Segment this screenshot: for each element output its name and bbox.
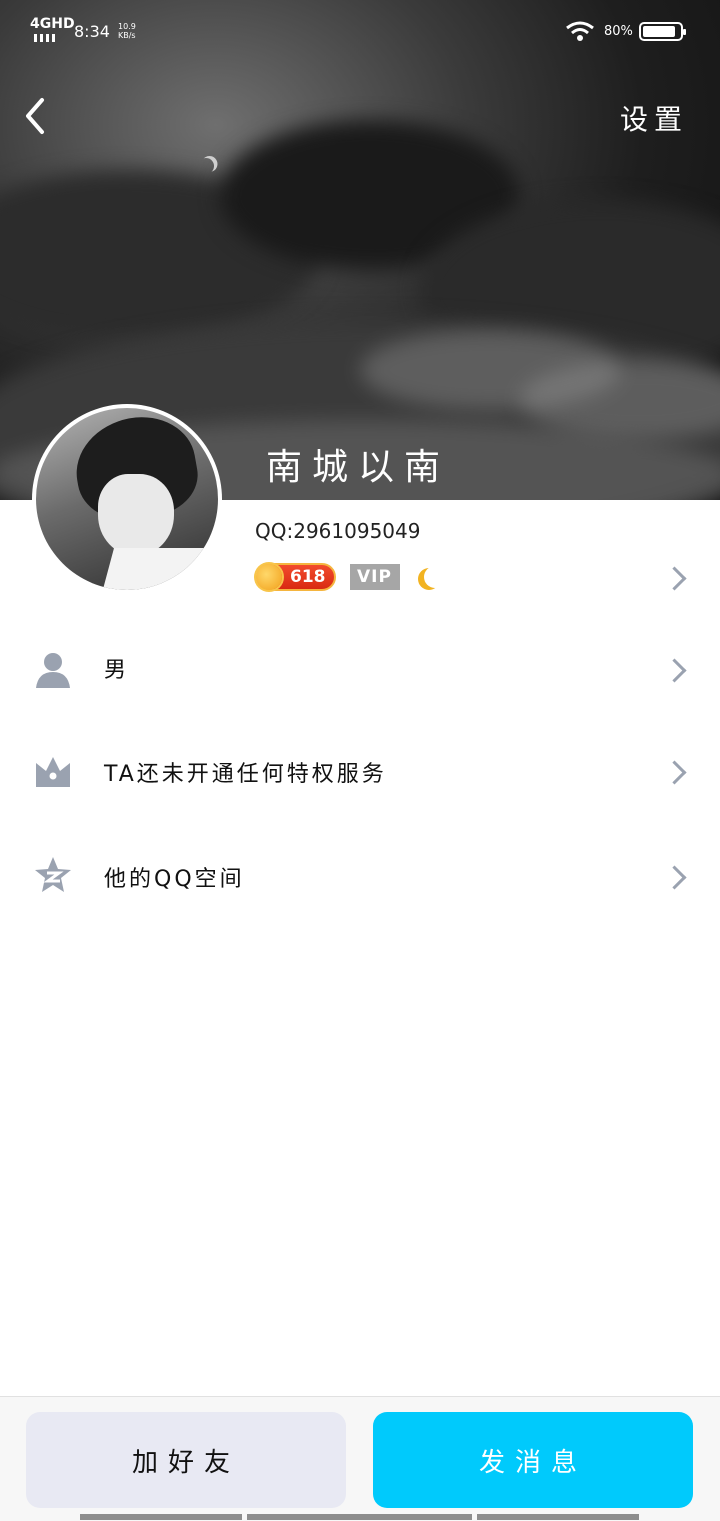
network-indicator: 4GHD — [30, 16, 75, 32]
signal-icon — [34, 34, 55, 42]
network-speed: 10.9 KB/s — [118, 22, 136, 40]
badges-row[interactable]: 618 VIP — [256, 563, 446, 591]
qzone-label: 他的QQ空间 — [104, 867, 245, 892]
coin-icon — [256, 564, 282, 590]
wifi-icon — [566, 21, 594, 41]
moon-icon — [195, 155, 217, 177]
nav-indicator — [247, 1514, 472, 1520]
chevron-right-icon[interactable] — [662, 566, 687, 591]
status-bar: 4GHD 8:34 10.9 KB/s 80% — [0, 0, 720, 64]
chevron-right-icon — [662, 760, 687, 785]
bottom-action-bar: 加好友 发消息 — [0, 1396, 720, 1521]
battery-percent: 80% — [604, 24, 633, 39]
chevron-right-icon — [662, 865, 687, 890]
moon-icon — [424, 566, 446, 588]
add-friend-button[interactable]: 加好友 — [26, 1412, 346, 1508]
crown-icon — [36, 757, 70, 787]
qzone-star-icon — [35, 857, 71, 892]
vip-badge[interactable]: VIP — [349, 564, 400, 590]
avatar[interactable] — [32, 404, 222, 594]
person-icon — [36, 653, 70, 688]
status-time: 8:34 — [74, 22, 110, 41]
gender-row[interactable]: 男 — [0, 624, 720, 714]
qq-number: QQ:2961095049 — [255, 519, 421, 543]
qzone-row[interactable]: 他的QQ空间 — [0, 830, 720, 920]
nav-indicator — [80, 1514, 242, 1520]
chevron-right-icon — [662, 658, 687, 683]
privilege-label: TA还未开通任何特权服务 — [104, 762, 387, 787]
gender-label: 男 — [104, 658, 130, 683]
level-badge[interactable]: 618 — [256, 563, 336, 591]
back-arrow-icon[interactable] — [18, 96, 58, 136]
settings-button[interactable]: 设置 — [620, 98, 688, 138]
nav-indicator — [477, 1514, 639, 1520]
nickname: 南城以南 — [266, 447, 451, 488]
battery-icon — [639, 22, 686, 41]
privilege-row[interactable]: TA还未开通任何特权服务 — [0, 725, 720, 815]
send-message-button[interactable]: 发消息 — [373, 1412, 693, 1508]
